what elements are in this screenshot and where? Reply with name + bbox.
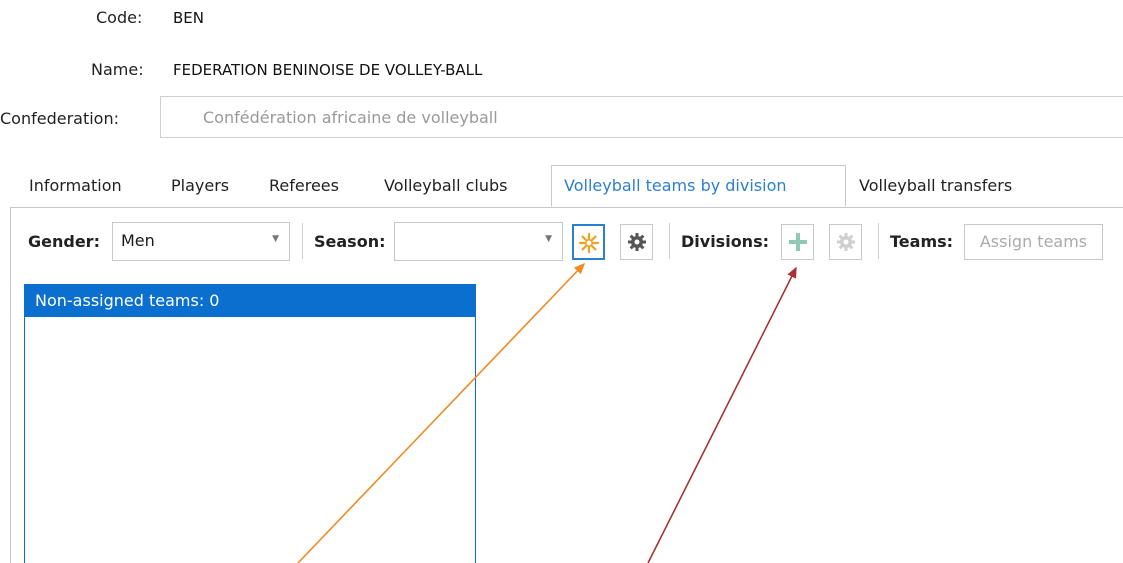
arrow-to-new-season-button xyxy=(297,262,586,563)
arrow-to-add-division-button xyxy=(647,266,797,563)
annotation-arrows xyxy=(297,262,797,563)
